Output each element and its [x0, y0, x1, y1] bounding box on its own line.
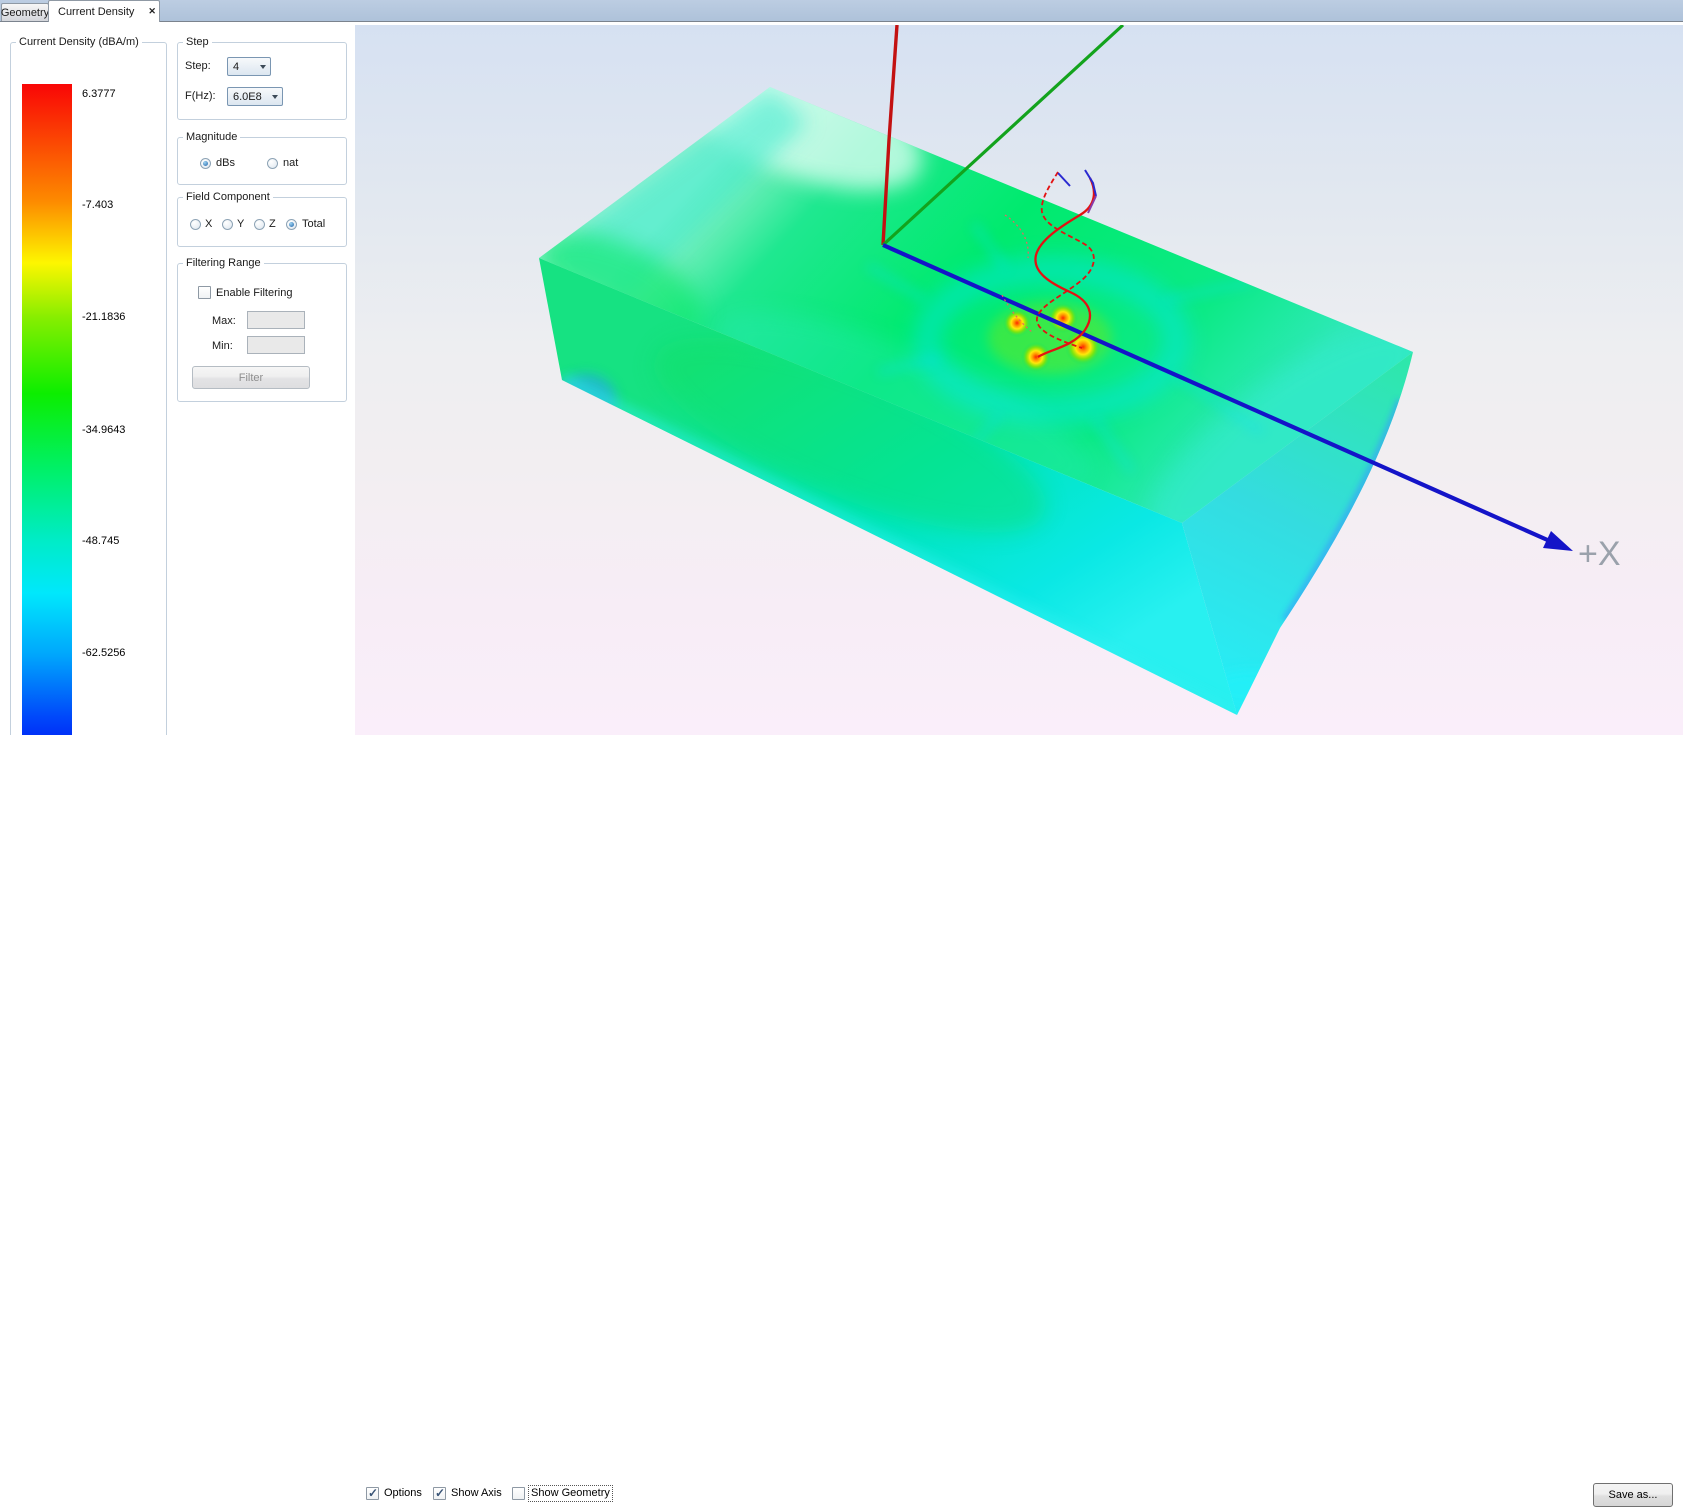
show-geometry-checkbox-label[interactable]: Show Geometry	[529, 1486, 612, 1501]
field-x-label: X	[205, 218, 212, 230]
field-y-label: Y	[237, 218, 244, 230]
chevron-down-icon	[260, 65, 266, 69]
tab-geometry[interactable]: Geometry	[1, 3, 49, 21]
close-tab-icon[interactable]: ✕	[148, 7, 156, 16]
field-total-radio[interactable]	[286, 219, 297, 230]
enable-filtering-label: Enable Filtering	[216, 287, 292, 299]
colorbar-tick: 6.3777	[82, 88, 116, 101]
x-axis-arrowhead	[1543, 531, 1573, 551]
min-input[interactable]	[247, 336, 305, 354]
scene-3d: +X	[355, 25, 1683, 735]
frequency-select-value: 6.0E8	[233, 91, 262, 103]
field-component-group-title: Field Component	[183, 191, 273, 203]
field-total-label: Total	[302, 218, 325, 230]
helix-tip-blue	[1085, 170, 1096, 196]
show-axis-checkbox-label[interactable]: Show Axis	[451, 1486, 502, 1501]
filter-button[interactable]: Filter	[192, 366, 310, 389]
tab-current-density[interactable]: Current Density ✕	[48, 0, 160, 22]
enable-filtering-checkbox[interactable]	[198, 286, 211, 299]
colorbar-tick: -62.5256	[82, 647, 125, 660]
step-group-title: Step	[183, 36, 212, 48]
dbs-radio-label: dBs	[216, 157, 235, 169]
frequency-label: F(Hz):	[185, 90, 216, 102]
helix-tip-purple	[1088, 196, 1096, 213]
min-label: Min:	[212, 340, 233, 352]
tab-geometry-label: Geometry	[1, 7, 49, 19]
field-x-radio[interactable]	[190, 219, 201, 230]
dbs-radio[interactable]	[200, 158, 211, 169]
magnitude-group-title: Magnitude	[183, 131, 240, 143]
colorbar-tick: -48.745	[82, 535, 119, 548]
step-label: Step:	[185, 60, 211, 72]
field-y-radio[interactable]	[222, 219, 233, 230]
step-group: Step	[177, 42, 347, 120]
x-axis-label: +X	[1578, 535, 1621, 573]
chevron-down-icon	[272, 95, 278, 99]
save-as-button[interactable]: Save as...	[1593, 1483, 1673, 1507]
tab-bar: Geometry Current Density ✕	[0, 0, 1683, 22]
filtering-range-group-title: Filtering Range	[183, 257, 264, 269]
viewport-3d[interactable]: +X	[355, 25, 1683, 735]
options-checkbox-label[interactable]: Options	[384, 1486, 422, 1501]
nat-radio[interactable]	[267, 158, 278, 169]
options-checkbox[interactable]	[366, 1487, 379, 1500]
field-z-label: Z	[269, 218, 276, 230]
colorbar-tick: -21.1836	[82, 311, 125, 324]
max-input[interactable]	[247, 311, 305, 329]
side-panel: Current Density (dBA/m) 6.3777 -7.403 -2…	[0, 22, 355, 781]
show-axis-checkbox[interactable]	[433, 1487, 446, 1500]
field-z-radio[interactable]	[254, 219, 265, 230]
tab-current-density-label: Current Density	[58, 6, 134, 18]
bottom-bar: Options Show Axis Show Geometry Save as.…	[0, 735, 1683, 781]
helix-tip-blue	[1058, 173, 1070, 186]
colorbar-tick: -34.9643	[82, 424, 125, 437]
nat-radio-label: nat	[283, 157, 298, 169]
frequency-select[interactable]: 6.0E8	[227, 87, 283, 106]
colorbar-tick: -7.403	[82, 199, 113, 212]
show-geometry-checkbox[interactable]	[512, 1487, 525, 1500]
step-select-value: 4	[233, 61, 239, 73]
colorbar-title: Current Density (dBA/m)	[16, 36, 142, 48]
colorbar-gradient	[22, 84, 72, 772]
step-select[interactable]: 4	[227, 57, 271, 76]
max-label: Max:	[212, 315, 236, 327]
